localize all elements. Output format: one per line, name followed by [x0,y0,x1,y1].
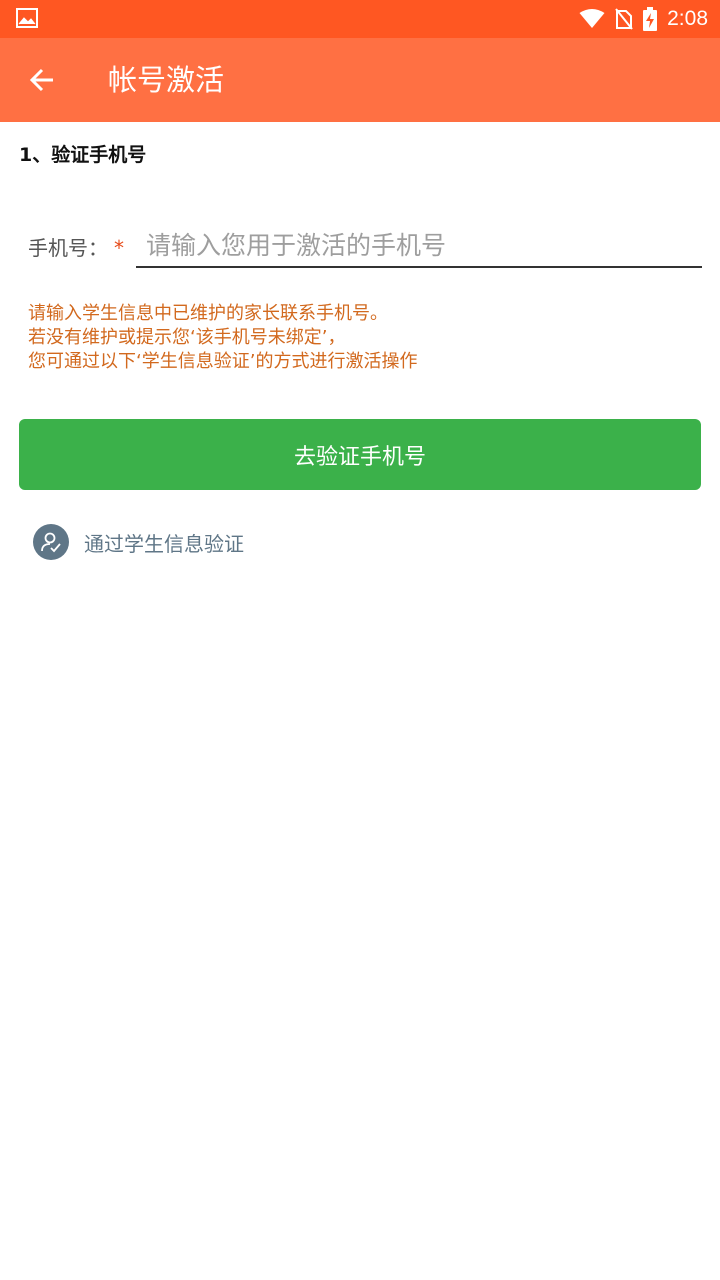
battery-charging-icon [643,7,658,31]
user-check-icon [33,524,69,560]
phone-input[interactable] [136,224,702,268]
no-sim-icon [615,8,633,30]
hint-text: 请输入学生信息中已维护的家长联系手机号。 若没有维护或提示您‘该手机号未绑定’，… [28,302,417,374]
student-verify-link[interactable]: 通过学生信息验证 [33,523,244,561]
status-icons: 2:08 [569,0,708,38]
arrow-left-icon [29,68,53,92]
back-button[interactable] [20,58,64,102]
hint-line: 若没有维护或提示您‘该手机号未绑定’， [28,327,346,348]
status-time: 2:08 [667,7,708,30]
required-mark: * [114,236,124,260]
hint-line: 请输入学生信息中已维护的家长联系手机号。 [28,303,388,324]
student-verify-label: 通过学生信息验证 [84,531,244,556]
section-title: 1、验证手机号 [19,144,147,166]
phone-label-text: 手机号： [28,236,108,260]
status-bar: 2:08 [0,0,720,38]
image-icon [16,8,38,28]
page-title: 帐号激活 [108,63,225,97]
app-bar: 帐号激活 [0,38,720,122]
wifi-icon [579,9,605,28]
hint-line: 您可通过以下‘学生信息验证’的方式进行激活操作 [28,351,418,372]
phone-label: 手机号： * [28,232,124,261]
verify-phone-button[interactable]: 去验证手机号 [19,419,701,490]
